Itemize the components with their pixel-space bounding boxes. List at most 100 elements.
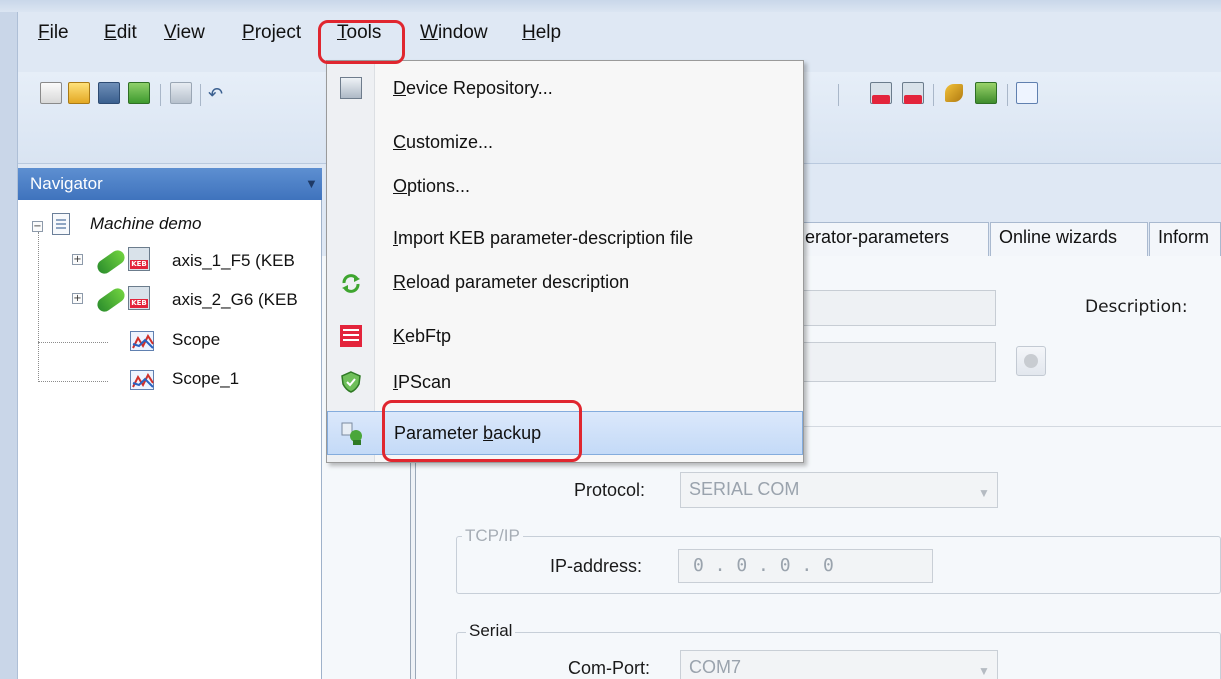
tools-menu-highlight: [318, 20, 405, 64]
menu-item-import-keb[interactable]: Import KEB parameter-description file: [327, 217, 803, 261]
menu-file-mnemonic: F: [38, 22, 50, 43]
ip-address-input: 0 . 0 . 0 . 0: [678, 549, 933, 583]
scope-icon: [130, 331, 154, 351]
menu-view[interactable]: View: [164, 22, 205, 44]
menu-window[interactable]: Window: [420, 22, 488, 44]
mnemonic: D: [393, 78, 406, 98]
menu-edit-mnemonic: E: [104, 22, 117, 43]
expand-toggle-icon[interactable]: +: [72, 293, 83, 304]
menu-project-label: roject: [254, 22, 302, 43]
backup-icon[interactable]: [975, 82, 997, 104]
save-icon[interactable]: [98, 82, 120, 104]
tab-operator-parameters[interactable]: erator-parameters: [796, 222, 989, 256]
menu-file[interactable]: File: [38, 22, 69, 44]
protocol-label: Protocol:: [574, 480, 646, 500]
tab-information[interactable]: Inform: [1149, 222, 1221, 256]
menu-file-label: ile: [49, 22, 69, 43]
print-icon[interactable]: [170, 82, 192, 104]
menu-item-label: ptions...: [407, 176, 471, 196]
tree-item-scope-1[interactable]: Scope_1: [172, 369, 239, 389]
com-port-value: COM7: [689, 657, 742, 677]
mnemonic: O: [393, 176, 408, 196]
open-folder-icon[interactable]: [68, 82, 90, 104]
menu-help-mnemonic: H: [522, 22, 536, 43]
com-port-label: Com-Port:: [568, 658, 651, 678]
window-top-edge: [0, 0, 1221, 12]
mnemonic: K: [393, 326, 406, 346]
name-field: [796, 290, 996, 326]
project-icon: [52, 213, 70, 235]
keb-scan-icon-badge: [904, 95, 922, 104]
toolbar-separator: [160, 84, 161, 106]
undo-icon[interactable]: ↶: [208, 84, 230, 106]
tree-connector: [38, 381, 108, 382]
collapse-toggle-icon[interactable]: −: [32, 221, 43, 232]
device-select-field: [796, 342, 996, 382]
tcpip-group-title: TCP/IP: [462, 526, 523, 546]
navigator-header: Navigator ▼: [18, 168, 322, 200]
parameter-backup-highlight: [382, 400, 582, 462]
menu-item-reload-parameter-description[interactable]: Reload parameter description: [327, 261, 803, 305]
menu-item-device-repository[interactable]: Device Repository...: [327, 67, 803, 111]
protocol-select: SERIAL COM: [680, 472, 998, 508]
kebftp-icon: [340, 325, 362, 347]
toolbar-separator: [1007, 84, 1008, 106]
tree-item-axis-1[interactable]: axis_1_F5 (KEB: [172, 251, 295, 271]
menu-item-label: mport KEB parameter-description file: [398, 228, 694, 248]
menu-item-kebftp[interactable]: KebFtp: [327, 315, 803, 359]
menu-item-ipscan[interactable]: IPScan: [327, 361, 803, 405]
menu-item-label: ustomize...: [406, 132, 494, 152]
window-left-edge: [0, 12, 18, 679]
chevron-down-icon: ▼: [978, 664, 990, 678]
parameter-backup-icon: [341, 422, 363, 445]
ip-address-value: 0 . 0 . 0 . 0: [693, 555, 834, 576]
toolbar-separator: [200, 84, 201, 106]
scope-icon: [130, 370, 154, 390]
menu-help[interactable]: Help: [522, 22, 561, 44]
menu-project[interactable]: Project: [242, 22, 301, 44]
menu-item-customize[interactable]: Customize...: [327, 121, 803, 165]
tab-online-wizards[interactable]: Online wizards: [990, 222, 1148, 256]
mnemonic: C: [393, 132, 406, 152]
export-icon[interactable]: [128, 82, 150, 104]
menu-item-label: eload parameter description: [406, 272, 630, 292]
navigator-title: Navigator: [30, 174, 103, 193]
reload-icon: [340, 272, 362, 294]
menu-item-options[interactable]: Options...: [327, 165, 803, 209]
tab-label: erator-parameters: [805, 227, 950, 247]
tree-connector: [38, 232, 39, 382]
description-label: Description:: [1085, 297, 1188, 317]
mnemonic: R: [393, 272, 406, 292]
com-port-select: COM7: [680, 650, 998, 679]
tab-label: Online wizards: [999, 227, 1118, 247]
new-file-icon[interactable]: [40, 82, 62, 104]
device-settings-button: [1016, 346, 1046, 376]
menu-help-label: elp: [535, 22, 562, 43]
tree-connector: [38, 342, 108, 343]
menu-item-label: PScan: [398, 372, 452, 392]
serial-group-title: Serial: [466, 621, 516, 641]
expand-toggle-icon[interactable]: +: [72, 254, 83, 265]
keb-drive-icon: [128, 247, 150, 271]
shield-icon: [340, 371, 362, 393]
menu-edit[interactable]: Edit: [104, 22, 137, 44]
menu-edit-label: dit: [116, 22, 137, 43]
menu-project-mnemonic: P: [242, 22, 255, 43]
menu-view-label: iew: [176, 22, 205, 43]
ip-address-label: IP-address:: [550, 556, 643, 576]
key-icon[interactable]: [945, 84, 963, 102]
tab-label: Inform: [1158, 227, 1210, 247]
scope-icon[interactable]: [1016, 82, 1038, 104]
menu-item-label: ebFtp: [405, 326, 452, 346]
toolbar-separator: [838, 84, 839, 106]
tree-item-machine-demo[interactable]: Machine demo: [90, 214, 202, 234]
tree-item-scope[interactable]: Scope: [172, 330, 220, 350]
navigator-dropdown-icon[interactable]: ▼: [305, 176, 318, 191]
chevron-down-icon: ▼: [978, 486, 990, 500]
toolbar-separator: [933, 84, 934, 106]
tree-item-axis-2[interactable]: axis_2_G6 (KEB: [172, 290, 298, 310]
keb-device-icon-badge: [872, 95, 890, 104]
menu-window-mnemonic: W: [420, 22, 438, 43]
menu-window-label: indow: [437, 22, 488, 43]
navigator-tree: [18, 200, 322, 679]
